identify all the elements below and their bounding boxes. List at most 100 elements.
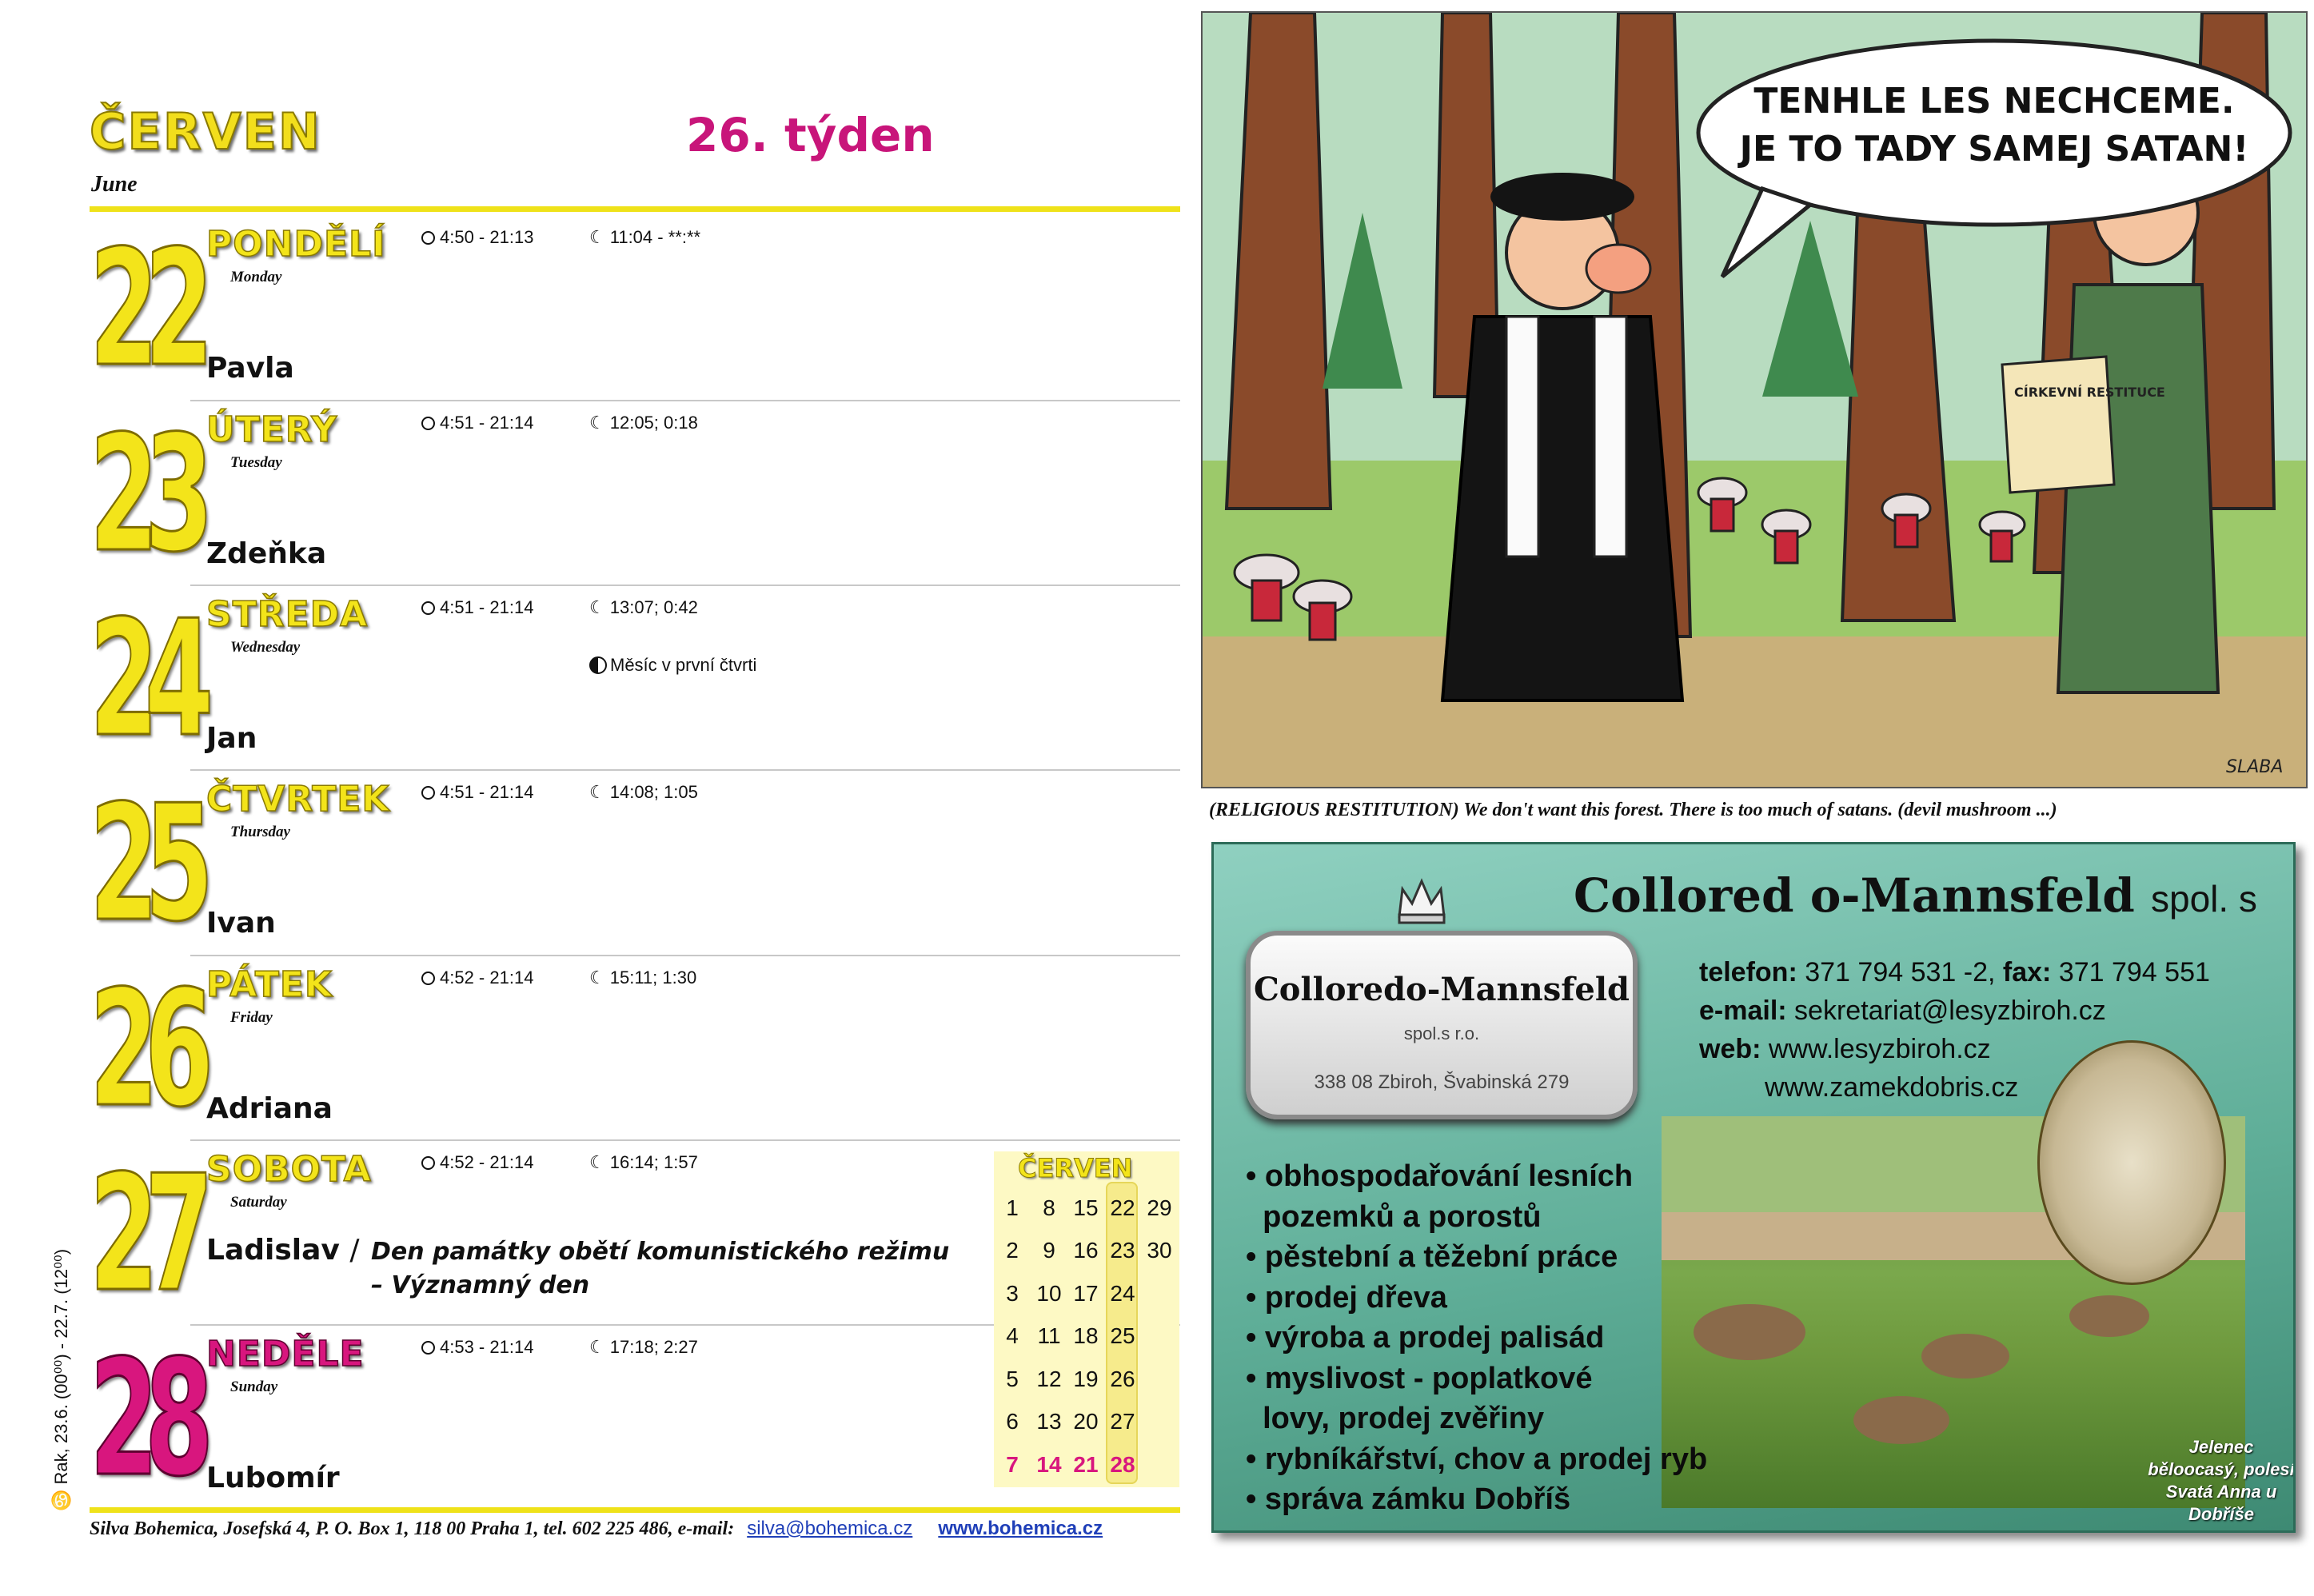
publisher-footer: Silva Bohemica, Josefská 4, P. O. Box 1,… <box>90 1518 1103 1540</box>
nameday-text: Ladislav <box>206 1234 340 1267</box>
sun-times: 4:51 - 21:14 <box>440 597 534 617</box>
mini-calendar-day <box>1141 1358 1178 1401</box>
day-name: ÚTERÝ <box>205 409 338 451</box>
day-number: 28 <box>89 1326 214 1512</box>
moon-phase: Měsíc v první čtvrti <box>589 655 756 676</box>
company-logo-plate: Colloredo-Mannsfeld spol.s r.o. 338 08 Z… <box>1246 931 1638 1119</box>
mini-calendar-row: 6 13 20 27 <box>994 1401 1178 1444</box>
mini-calendar-day: 8 <box>1043 1195 1055 1220</box>
day-name-english: Wednesday <box>230 639 301 656</box>
day-number: 22 <box>89 216 214 402</box>
photo-caption: Jelenec běloocasý, polesí Svatá Anna u D… <box>2148 1437 2295 1524</box>
sun-icon <box>421 230 435 245</box>
moonrise-moonset: ☾ 17:18; 2:27 <box>589 1337 698 1358</box>
moon-icon: ☾ <box>589 782 605 802</box>
mini-calendar-row: 4 11 18 25 <box>994 1315 1178 1359</box>
nameday: Ladislav / <box>206 1234 360 1267</box>
mini-calendar-day: 2 <box>1006 1238 1019 1263</box>
mini-calendar-day: 22 <box>1110 1195 1135 1220</box>
mini-calendar-day: 21 <box>1073 1451 1099 1477</box>
mini-calendar-day <box>1141 1272 1178 1315</box>
mini-calendar-day: 27 <box>1110 1409 1135 1434</box>
nameday: Jan <box>206 722 257 755</box>
service-item: • pěstební a těžební práce <box>1246 1240 1618 1274</box>
mini-calendar-day: 16 <box>1073 1238 1099 1263</box>
moonrise-moonset: ☾ 11:04 - **:** <box>589 227 700 248</box>
day-row-friday: 26 PÁTEK Friday 4:52 - 21:14 ☾ 15:11; 1:3… <box>89 956 1180 1143</box>
top-rule <box>90 206 1180 212</box>
moon-times: 15:11; 1:30 <box>609 968 697 988</box>
sun-times: 4:50 - 21:13 <box>440 227 534 247</box>
web-value-2[interactable]: www.zamekdobris.cz <box>1765 1072 2018 1103</box>
sunrise-sunset: 4:51 - 21:14 <box>421 782 533 803</box>
cartoon-illustration: CÍRKEVNÍ RESTITUCE TENHLE LES NECHCEME. … <box>1201 11 2308 788</box>
moonrise-moonset: ☾ 15:11; 1:30 <box>589 968 696 988</box>
mini-calendar-day: 30 <box>1147 1238 1172 1263</box>
mini-calendar-day: 28 <box>1110 1451 1135 1477</box>
first-quarter-moon-icon <box>589 656 607 674</box>
sunrise-sunset: 4:52 - 21:14 <box>421 968 533 988</box>
moon-icon: ☾ <box>589 227 605 247</box>
mini-calendar: ČERVEN 1 8 15 22 29 2 9 16 23 30 3 10 17 24 4 11 18 25 5 12… <box>994 1151 1179 1487</box>
day-name-english: Tuesday <box>230 454 282 471</box>
day-name: NEDĚLE <box>205 1333 365 1375</box>
cartoon-caption: (RELIGIOUS RESTITUTION) We don't want th… <box>1209 800 2057 820</box>
mini-calendar-day: 19 <box>1073 1366 1099 1391</box>
mini-calendar-day: 24 <box>1110 1280 1135 1306</box>
mini-calendar-day: 3 <box>1006 1280 1019 1306</box>
memorial-day-title: Den památky obětí komunistického režimu <box>371 1238 950 1266</box>
mini-calendar-day: 5 <box>1006 1366 1019 1391</box>
moon-times: 11:04 - **:** <box>609 227 701 247</box>
day-name-english: Sunday <box>230 1379 278 1395</box>
service-item: • prodej dřeva <box>1246 1280 1447 1315</box>
service-item: pozemků a porostů <box>1246 1199 1542 1234</box>
mini-calendar-day: 29 <box>1147 1195 1172 1220</box>
footer-web-link[interactable]: www.bohemica.cz <box>938 1518 1103 1539</box>
mini-calendar-row: 3 10 17 24 <box>994 1272 1178 1315</box>
mini-calendar-day: 7 <box>1006 1451 1019 1477</box>
web-label: web: <box>1699 1034 1761 1064</box>
mini-calendar-day <box>1141 1315 1178 1359</box>
moonrise-moonset: ☾ 16:14; 1:57 <box>589 1152 698 1173</box>
day-name-english: Saturday <box>230 1194 287 1211</box>
logo-subtitle: spol.s r.o. <box>1403 1023 1480 1043</box>
moon-icon: ☾ <box>589 597 605 617</box>
colloredo-mannsfeld-ad: Collored o-Mannsfeld spol. s r.o. Collor… <box>1211 842 2296 1533</box>
mini-calendar-day: 17 <box>1073 1280 1099 1306</box>
day-row-thursday: 25 ČTVRTEK Thursday 4:51 - 21:14 ☾ 14:08;… <box>89 771 1180 956</box>
footer-email-link[interactable]: silva@bohemica.cz <box>747 1518 912 1539</box>
nameday: Ivan <box>206 907 276 940</box>
zodiac-note: ♋ Rak, 23.6. (00⁰⁰) - 22.7. (12⁰⁰) <box>51 1249 72 1511</box>
day-number: 26 <box>89 956 214 1143</box>
day-name: ČTVRTEK <box>205 778 390 820</box>
nameday: Lubomír <box>206 1462 340 1494</box>
sun-icon <box>421 600 435 615</box>
speech-bubble-line-2: JE TO TADY SAMEJ SATAN! <box>1737 129 2249 170</box>
sunrise-sunset: 4:53 - 21:14 <box>421 1337 533 1358</box>
speech-bubble-line-1: TENHLE LES NECHCEME. <box>1753 81 2234 122</box>
coat-of-arms-emblem <box>2037 1040 2226 1285</box>
nameday: Adriana <box>206 1092 333 1125</box>
sunrise-sunset: 4:52 - 21:14 <box>421 1152 533 1173</box>
mini-calendar-day: 14 <box>1036 1451 1062 1477</box>
sunrise-sunset: 4:50 - 21:13 <box>421 227 533 248</box>
mini-calendar-grid: 1 8 15 22 29 2 9 16 23 30 3 10 17 24 4 11 18 25 5 12 19 26 6 13… <box>994 1187 1178 1486</box>
mini-calendar-row: 2 9 16 23 30 <box>994 1230 1178 1273</box>
email-value[interactable]: sekretariat@lesyzbiroh.cz <box>1794 996 2106 1026</box>
day-name: STŘEDA <box>205 593 369 636</box>
moonrise-moonset: ☾ 12:05; 0:18 <box>589 413 698 433</box>
phone-value: 371 794 531 -2, <box>1805 957 1996 988</box>
mini-calendar-day: 23 <box>1110 1238 1135 1263</box>
mini-calendar-day: 13 <box>1036 1409 1062 1434</box>
sun-times: 4:53 - 21:14 <box>440 1337 534 1357</box>
mini-calendar-row: 1 8 15 22 29 <box>994 1187 1178 1230</box>
month-english: June <box>91 172 138 197</box>
mini-calendar-day <box>1141 1443 1178 1486</box>
moon-times: 16:14; 1:57 <box>609 1152 698 1172</box>
logo-name: Colloredo-Mannsfeld <box>1253 971 1630 1008</box>
sun-times: 4:51 - 21:14 <box>440 413 534 433</box>
mini-calendar-day: 18 <box>1073 1323 1099 1349</box>
mini-calendar-day: 26 <box>1110 1366 1135 1391</box>
web-value-1[interactable]: www.lesyzbiroh.cz <box>1769 1034 1991 1064</box>
sun-icon <box>421 416 435 430</box>
